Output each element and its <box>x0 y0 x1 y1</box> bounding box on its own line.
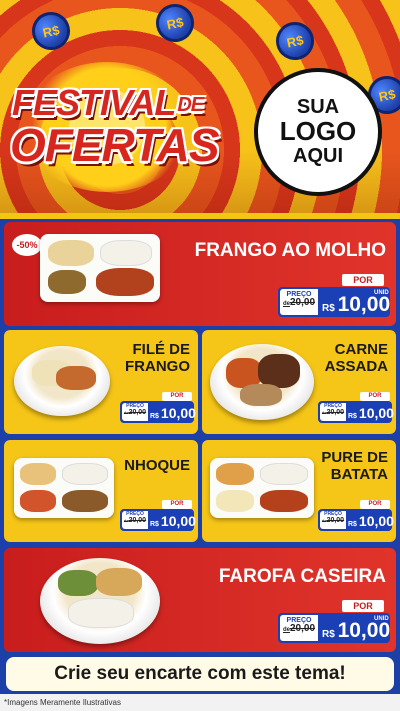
logo-text-1: SUA <box>296 96 340 119</box>
price-box: PREÇO de20,00 R$ 10,00 <box>120 401 196 423</box>
unid-label: UNID <box>374 616 389 622</box>
por-label: POR <box>360 500 390 509</box>
price-tag: POR PREÇO de20,00 R$ 10,00 <box>120 500 196 532</box>
price-number: 10,00 <box>337 619 391 642</box>
price-value: R$ 10,00 <box>322 293 390 317</box>
unid-label: UNID <box>374 290 389 296</box>
price-number: 10,00 <box>337 293 391 316</box>
price-number: 10,00 <box>358 513 394 529</box>
food-bowl-image <box>40 558 160 644</box>
old-price-panel: PREÇO de20,00 <box>320 511 346 529</box>
coin-icon: R$ <box>152 0 198 46</box>
food-tray-image <box>40 234 160 302</box>
price-tag: POR PREÇO de20,00 R$ 10,00 <box>120 392 196 424</box>
por-label: POR <box>342 274 384 286</box>
product-name-line2: ASSADA <box>324 357 388 375</box>
product-card-pure-de-batata[interactable]: PURE DE BATATA POR PREÇO de20,00 R$ 10,0… <box>202 440 396 542</box>
price-box: PREÇO de20,00 R$ 10,00 UNID <box>278 287 390 317</box>
cta-button[interactable]: Crie seu encarte com este tema! <box>6 657 394 691</box>
product-name-line2: FRANGO <box>125 357 190 375</box>
price-value: R$ 10,00 <box>348 405 394 421</box>
food-bowl-image <box>14 346 110 416</box>
price-tag: POR PREÇO de20,00 R$ 10,00 <box>318 392 394 424</box>
price-value: R$ 10,00 <box>150 405 196 421</box>
old-price: de20,00 <box>282 297 316 309</box>
price-number: 10,00 <box>160 405 196 421</box>
title-word-festival: FESTIVAL <box>12 82 176 123</box>
currency-label: R$ <box>348 521 357 528</box>
product-card-frango-ao-molho[interactable]: -50% FRANGO AO MOLHO POR PREÇO de20,00 R… <box>4 222 396 326</box>
food-tray-image <box>14 458 114 518</box>
food-tray-image <box>210 458 314 518</box>
currency-label: R$ <box>322 303 335 314</box>
coin-icon: R$ <box>272 18 318 64</box>
price-box: PREÇO de20,00 R$ 10,00 <box>318 401 394 423</box>
price-tag: POR PREÇO de20,00 R$ 10,00 <box>318 500 394 532</box>
price-box: PREÇO de20,00 R$ 10,00 UNID <box>278 613 390 643</box>
product-name: FAROFA CASEIRA <box>218 566 386 587</box>
currency-label: R$ <box>348 413 357 420</box>
logo-text-3: AQUI <box>293 144 343 167</box>
price-value: R$ 10,00 <box>322 619 390 643</box>
header-banner: R$ R$ R$ R$ FESTIVAL DE OFERTAS SUA LOGO … <box>0 0 400 215</box>
price-number: 10,00 <box>358 405 394 421</box>
old-price-panel: PREÇO de20,00 <box>320 403 346 421</box>
logo-text-2: LOGO <box>279 116 357 147</box>
coin-icon: R$ <box>28 8 74 54</box>
price-value: R$ 10,00 <box>348 513 394 529</box>
title-word-de: DE <box>177 93 204 116</box>
old-price: de20,00 <box>321 409 345 417</box>
old-price-panel: PREÇO de20,00 <box>280 289 318 315</box>
por-label: POR <box>360 392 390 401</box>
old-price: de20,00 <box>282 623 316 635</box>
header-divider <box>0 213 400 219</box>
price-box: PREÇO de20,00 R$ 10,00 <box>318 509 394 531</box>
old-price-panel: PREÇO de20,00 <box>122 511 148 529</box>
por-label: POR <box>162 500 192 509</box>
price-tag: POR PREÇO de20,00 R$ 10,00 UNID <box>278 274 390 318</box>
currency-label: R$ <box>150 521 159 528</box>
product-name-line1: PURE DE <box>321 449 388 466</box>
product-card-farofa-caseira[interactable]: FAROFA CASEIRA POR PREÇO de20,00 R$ 10,0… <box>4 548 396 652</box>
product-name-line2: BATATA <box>330 465 388 483</box>
old-price: de20,00 <box>321 517 345 525</box>
por-label: POR <box>162 392 192 401</box>
food-bowl-image <box>210 344 314 420</box>
product-name-line1: CARNE <box>334 341 388 358</box>
product-card-carne-assada[interactable]: CARNE ASSADA POR PREÇO de20,00 R$ 10,00 <box>202 330 396 434</box>
old-price-panel: PREÇO de20,00 <box>280 615 318 641</box>
por-label: POR <box>342 600 384 612</box>
product-name: FRANGO AO MOLHO <box>194 240 386 261</box>
disclaimer-text: *Imagens Meramente Ilustrativas <box>0 694 400 711</box>
old-price: de20,00 <box>123 409 147 417</box>
product-card-nhoque[interactable]: NHOQUE POR PREÇO de20,00 R$ 10,00 <box>4 440 198 542</box>
currency-label: R$ <box>322 629 335 640</box>
product-name: FILÉ DE FRANGO <box>125 341 190 376</box>
product-card-file-de-frango[interactable]: FILÉ DE FRANGO POR PREÇO de20,00 R$ 10,0… <box>4 330 198 434</box>
price-box: PREÇO de20,00 R$ 10,00 <box>120 509 196 531</box>
price-number: 10,00 <box>160 513 196 529</box>
product-name-line1: FILÉ DE <box>132 341 190 358</box>
product-name: PURE DE BATATA <box>321 449 388 484</box>
ofertas-title: OFERTAS <box>10 119 220 171</box>
old-price-panel: PREÇO de20,00 <box>122 403 148 421</box>
product-name: NHOQUE <box>124 457 190 474</box>
old-price: de20,00 <box>123 517 147 525</box>
currency-label: R$ <box>150 413 159 420</box>
discount-badge: -50% <box>12 234 42 256</box>
logo-placeholder[interactable]: SUA LOGO AQUI <box>254 68 382 196</box>
price-tag: POR PREÇO de20,00 R$ 10,00 UNID <box>278 600 390 644</box>
product-name: CARNE ASSADA <box>324 341 388 376</box>
price-value: R$ 10,00 <box>150 513 196 529</box>
